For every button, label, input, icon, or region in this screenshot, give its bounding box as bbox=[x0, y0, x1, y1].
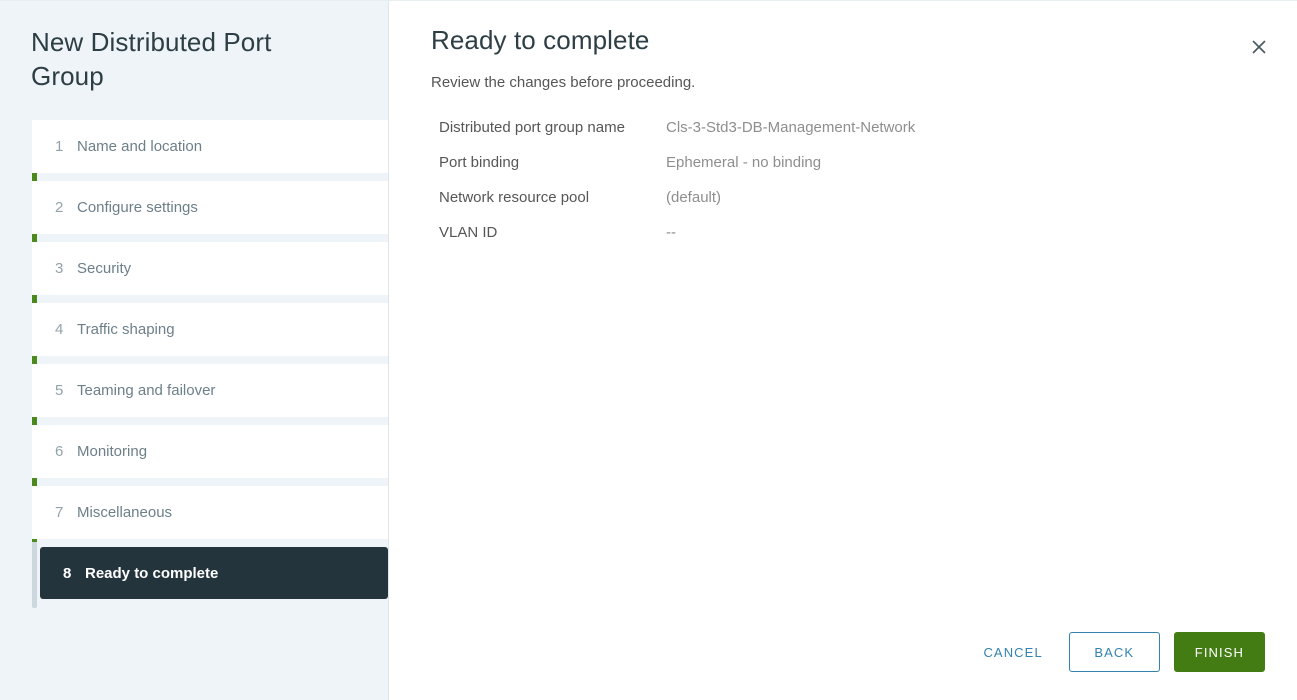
sidebar-step-ready-to-complete[interactable]: 8 Ready to complete bbox=[40, 547, 388, 599]
step-label: Monitoring bbox=[77, 443, 148, 460]
summary-row-network-resource-pool: Network resource pool (default) bbox=[439, 187, 1265, 208]
sidebar-step-monitoring[interactable]: 6 Monitoring bbox=[32, 425, 388, 478]
sidebar-step-security[interactable]: 3 Security bbox=[32, 242, 388, 295]
step-number: 7 bbox=[55, 504, 64, 521]
back-button[interactable]: BACK bbox=[1068, 632, 1160, 672]
wizard-title: New Distributed Port Group bbox=[31, 27, 272, 91]
step-label: Miscellaneous bbox=[77, 504, 173, 521]
step-number: 6 bbox=[55, 443, 64, 460]
page-title: Ready to complete bbox=[431, 25, 650, 55]
sidebar-step-name-and-location[interactable]: 1 Name and location bbox=[32, 120, 388, 173]
cancel-button[interactable]: CANCEL bbox=[971, 632, 1054, 672]
step-number: 5 bbox=[55, 382, 64, 399]
summary-value: Ephemeral - no binding bbox=[666, 154, 822, 171]
step-label: Configure settings bbox=[77, 199, 198, 216]
sidebar-step-configure-settings[interactable]: 2 Configure settings bbox=[32, 181, 388, 234]
sidebar-step-teaming-and-failover[interactable]: 5 Teaming and failover bbox=[32, 364, 388, 417]
wizard-footer: CANCEL BACK FINISH bbox=[971, 632, 1265, 672]
page-subtitle: Review the changes before proceeding. bbox=[431, 74, 696, 91]
summary-label: Distributed port group name bbox=[439, 119, 625, 136]
finish-button[interactable]: FINISH bbox=[1173, 632, 1265, 672]
wizard-sidebar: New Distributed Port Group 1 Name and lo… bbox=[0, 1, 389, 700]
summary-value: (default) bbox=[666, 189, 722, 206]
wizard-step-list: 1 Name and location 2 Configure settings… bbox=[0, 120, 388, 608]
step-number: 3 bbox=[55, 260, 64, 277]
summary-row-port-binding: Port binding Ephemeral - no binding bbox=[439, 152, 1265, 173]
summary-value: Cls-3-Std3-DB-Management-Network bbox=[666, 119, 916, 136]
summary-label: Network resource pool bbox=[439, 189, 590, 206]
step-label: Traffic shaping bbox=[77, 321, 175, 338]
progress-rail-remaining bbox=[32, 542, 37, 608]
wizard-dialog: New Distributed Port Group 1 Name and lo… bbox=[0, 0, 1297, 700]
sidebar-step-miscellaneous[interactable]: 7 Miscellaneous bbox=[32, 486, 388, 539]
close-icon bbox=[1252, 40, 1266, 54]
step-label: Name and location bbox=[77, 138, 203, 155]
summary-value: -- bbox=[666, 224, 676, 241]
summary-label: Port binding bbox=[439, 154, 520, 171]
summary-row-vlan-id: VLAN ID -- bbox=[439, 222, 1265, 243]
step-label: Ready to complete bbox=[85, 564, 219, 582]
step-number: 2 bbox=[55, 199, 64, 216]
step-number: 8 bbox=[63, 564, 72, 582]
summary-table: Distributed port group name Cls-3-Std3-D… bbox=[439, 117, 1265, 243]
sidebar-step-traffic-shaping[interactable]: 4 Traffic shaping bbox=[32, 303, 388, 356]
wizard-main-panel: Ready to complete Review the changes bef… bbox=[389, 1, 1297, 700]
summary-label: VLAN ID bbox=[439, 224, 498, 241]
close-button[interactable] bbox=[1243, 31, 1275, 63]
summary-row-port-group-name: Distributed port group name Cls-3-Std3-D… bbox=[439, 117, 1265, 138]
step-number: 4 bbox=[55, 321, 64, 338]
step-label: Teaming and failover bbox=[77, 382, 216, 399]
step-label: Security bbox=[77, 260, 132, 277]
step-number: 1 bbox=[55, 138, 64, 155]
